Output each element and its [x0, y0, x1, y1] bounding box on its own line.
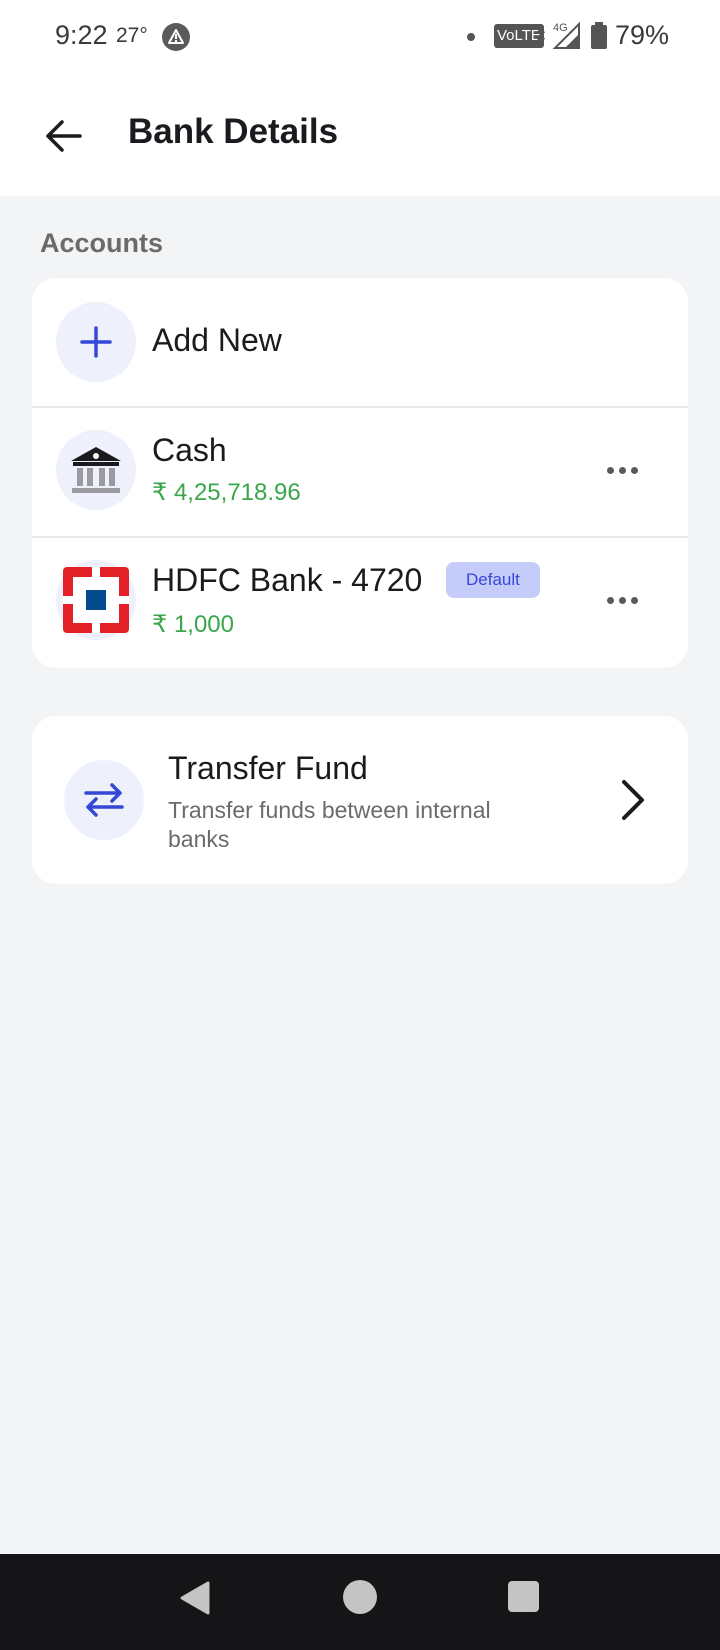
more-dot-icon — [630, 466, 638, 474]
transfer-fund-description: Transfer funds between internal banks — [168, 797, 491, 852]
default-badge: Default — [446, 562, 540, 598]
triangle-back-icon — [180, 1581, 210, 1615]
more-options-button[interactable] — [594, 580, 650, 620]
chevron-right-icon — [612, 776, 652, 824]
nav-home-button[interactable] — [343, 1580, 377, 1614]
accounts-section-label: Accounts — [40, 228, 164, 258]
nav-back-button[interactable] — [178, 1580, 212, 1621]
more-dot-icon — [630, 596, 638, 604]
add-new-label: Add New — [152, 322, 282, 358]
nav-recents-button[interactable] — [508, 1581, 539, 1612]
more-dot-icon — [606, 466, 614, 474]
bank-building-icon — [56, 430, 136, 510]
transfer-fund-card[interactable]: Transfer Fund Transfer funds between int… — [32, 716, 688, 884]
account-balance: ₹ 1,000 — [152, 611, 234, 638]
account-balance: ₹ 4,25,718.96 — [152, 479, 301, 506]
account-name: HDFC Bank - 4720 — [152, 562, 423, 598]
plus-icon — [56, 302, 136, 382]
data-arrows-icon: ▲ ▼ — [534, 20, 548, 49]
more-dot-icon — [618, 466, 626, 474]
alert-icon — [162, 23, 190, 51]
page-title: Bank Details — [128, 112, 339, 151]
more-dot-icon — [606, 596, 614, 604]
more-dot-icon — [618, 596, 626, 604]
swap-arrows-icon — [64, 760, 144, 840]
app-bar: Bank Details — [0, 76, 720, 196]
network-type-label: 4G — [553, 22, 568, 34]
hdfc-logo-icon — [56, 560, 136, 640]
signal-icon: 4G — [551, 20, 583, 55]
back-button[interactable] — [38, 110, 90, 162]
transfer-fund-title: Transfer Fund — [168, 750, 368, 786]
status-bar: 9:22 27° VoLTE ▲ ▼ 4G 79% — [0, 0, 720, 76]
battery-icon — [590, 21, 608, 56]
add-new-account-button[interactable]: Add New — [32, 278, 688, 406]
account-row-cash[interactable]: Cash ₹ 4,25,718.96 — [32, 408, 688, 536]
account-row-hdfc[interactable]: HDFC Bank - 4720 Default ₹ 1,000 — [32, 538, 688, 668]
status-time: 9:22 — [55, 20, 108, 50]
arrow-left-icon — [46, 120, 82, 152]
accounts-card: Add New Cash ₹ 4,25,718.96 HDFC Bank - 4… — [32, 278, 688, 668]
account-name: Cash — [152, 432, 227, 468]
status-temperature: 27° — [116, 24, 148, 47]
notification-dot-icon — [467, 33, 475, 41]
battery-percent: 79% — [615, 20, 670, 50]
more-options-button[interactable] — [594, 450, 650, 490]
system-navigation-bar — [0, 1554, 720, 1650]
